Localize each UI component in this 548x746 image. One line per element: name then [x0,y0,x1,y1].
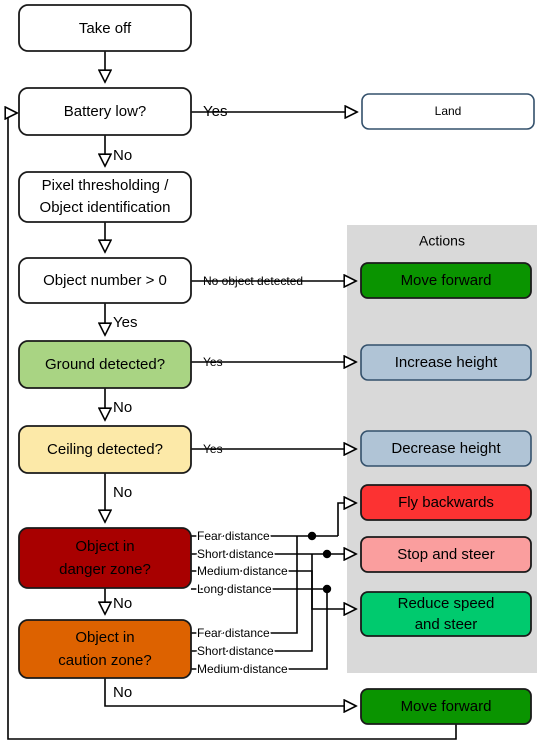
process-node-caution-zone[interactable]: Object in caution zone? [18,619,192,679]
process-node-ground-detected[interactable]: Ground detected? [18,340,192,389]
process-node-danger-zone[interactable]: Object in danger zone? [18,527,192,589]
node-label-increase-height: Increase height [395,354,498,371]
node-label-battery-low: Battery low? [64,103,147,120]
edge-label-danger-no: No [113,595,132,612]
action-node-land[interactable]: Land [361,93,535,130]
node-label-object-number: Object number > 0 [43,272,167,289]
edge-label-object-yes: Yes [113,314,137,331]
process-node-object-number[interactable]: Object number > 0 [18,257,192,304]
actions-panel-title: Actions [419,233,465,249]
edge-label-caution-no: No [113,684,132,701]
action-node-fly-backwards[interactable]: Fly backwards [360,484,532,521]
junction-dot-short-danger [322,549,332,559]
distance-label-medium-caution: Medium distance [197,662,288,676]
node-label-pixel-thresholding-line1: Pixel thresholding / [42,177,170,194]
node-label-danger-zone-line2: danger zone? [59,561,151,578]
distance-label-medium-danger: Medium distance [197,564,288,578]
node-label-land: Land [435,104,462,118]
node-label-caution-zone-line2: caution zone? [58,652,151,669]
node-label-ceiling-detected: Ceiling detected? [47,441,163,458]
node-label-move-forward-1: Move forward [401,272,492,289]
action-node-reduce-speed[interactable]: Reduce speed and steer [360,591,532,637]
node-label-stop-and-steer: Stop and steer [397,546,495,563]
distance-label-short-danger: Short distance [197,547,274,561]
edge-label-ceiling-yes: Yes [203,442,223,456]
action-node-increase-height[interactable]: Increase height [360,344,532,381]
process-node-battery-low[interactable]: Battery low? [18,87,192,136]
process-node-take-off[interactable]: Take off [18,4,192,52]
edge-label-no-object-detected: No object detected [203,274,303,288]
distance-label-long-danger: Long distance [197,582,272,596]
action-node-move-forward-2[interactable]: Move forward [360,688,532,725]
node-label-reduce-speed-line1: Reduce speed [398,595,495,612]
node-label-ground-detected: Ground detected? [45,356,165,373]
edge-label-battery-yes: Yes [203,103,227,120]
distance-label-short-caution: Short distance [197,644,274,658]
node-label-fly-backwards: Fly backwards [398,494,494,511]
process-node-ceiling-detected[interactable]: Ceiling detected? [18,425,192,474]
edge-label-ceiling-no: No [113,484,132,501]
junction-dot-long-danger [322,584,332,594]
edge-label-ground-no: No [113,399,132,416]
action-node-move-forward-1[interactable]: Move forward [360,262,532,299]
node-label-reduce-speed-line2: and steer [415,616,478,633]
action-node-stop-and-steer[interactable]: Stop and steer [360,536,532,573]
node-label-pixel-thresholding-line2: Object identification [40,199,171,216]
node-label-danger-zone-line1: Object in [75,538,134,555]
distance-label-fear-danger: Fear distance [197,529,270,543]
junction-dot-fear-danger [307,531,317,541]
process-node-pixel-thresholding[interactable]: Pixel thresholding / Object identificati… [18,171,192,223]
flowchart-canvas: Actions Take off Battery low? Pixel thre… [0,4,537,740]
distance-label-fear-caution: Fear distance [197,626,270,640]
edge-label-ground-yes: Yes [203,355,223,369]
node-label-caution-zone-line1: Object in [75,629,134,646]
node-label-move-forward-2: Move forward [401,698,492,715]
action-node-decrease-height[interactable]: Decrease height [360,430,532,467]
node-label-decrease-height: Decrease height [391,440,501,457]
node-label-take-off: Take off [79,20,132,37]
danger-distance-labels: Fear distance Short distance Medium dist… [195,528,289,598]
edge-label-battery-no: No [113,147,132,164]
